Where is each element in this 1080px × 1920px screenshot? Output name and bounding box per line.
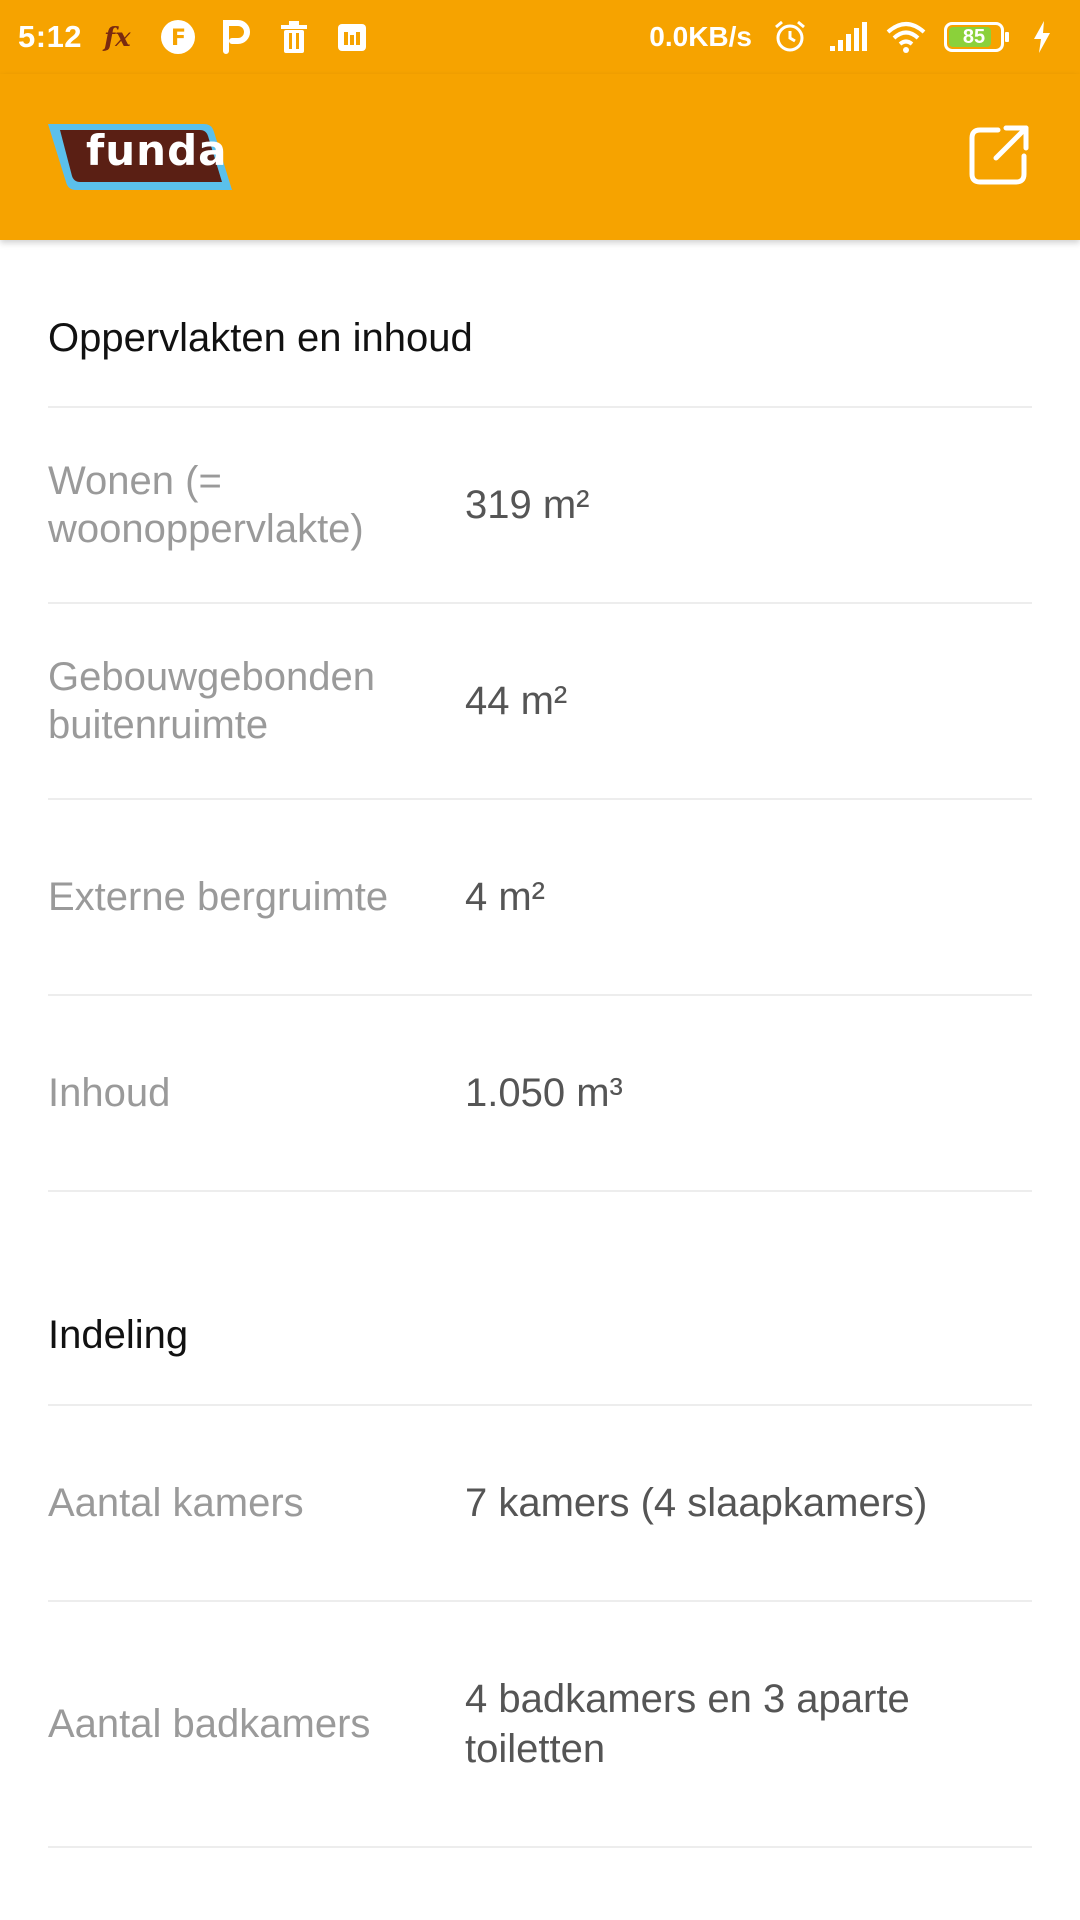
- row-value: 319 m²: [465, 483, 590, 527]
- details-content: Oppervlakten en inhoud Wonen (= woonoppe…: [48, 240, 1032, 1848]
- wifi-icon: [886, 17, 926, 57]
- calendar-icon: [332, 17, 372, 57]
- open-in-new-button[interactable]: [968, 124, 1030, 186]
- open-in-new-icon: [969, 125, 1029, 185]
- p-icon: [216, 17, 256, 57]
- row-value: 7 kamers (4 slaapkamers): [465, 1481, 928, 1525]
- network-speed: 0.0KB/s: [649, 21, 752, 52]
- svg-text:fx: fx: [102, 23, 131, 53]
- row-label: Inhoud: [48, 1071, 171, 1115]
- table-row: Aantal kamers 7 kamers (4 slaapkamers): [48, 1406, 1032, 1602]
- row-value: 4 badkamers en 3 aparte toiletten: [465, 1677, 910, 1771]
- status-bar-left: 5:12 fx F: [18, 17, 372, 57]
- f-circle-icon: F: [158, 17, 198, 57]
- table-row: Inhoud 1.050 m³: [48, 996, 1032, 1192]
- status-time: 5:12: [18, 19, 83, 54]
- row-value: 1.050 m³: [465, 1071, 623, 1115]
- trash-icon: [274, 17, 314, 57]
- table-row: Wonen (= woonoppervlakte) 319 m²: [48, 408, 1032, 604]
- alarm-icon: [770, 17, 810, 57]
- row-label: Wonen (= woonoppervlakte): [48, 459, 364, 551]
- row-label: Externe bergruimte: [48, 875, 389, 919]
- charging-icon: [1022, 17, 1062, 57]
- row-label: Aantal badkamers: [48, 1702, 371, 1746]
- svg-text:F: F: [171, 26, 186, 51]
- table-row: Gebouwgebonden buitenruimte 44 m²: [48, 604, 1032, 800]
- table-row: Aantal badkamers 4 badkamers en 3 aparte…: [48, 1602, 1032, 1848]
- battery-percent: 85: [962, 25, 986, 48]
- section-title-indeling: Indeling: [48, 1192, 1032, 1406]
- row-value: 4 m²: [465, 875, 545, 919]
- status-bar: 5:12 fx F 0.0KB/s 85: [0, 0, 1080, 74]
- section-title-oppervlakten: Oppervlakten en inhoud: [48, 240, 1032, 408]
- app-bar: funda: [0, 74, 1080, 240]
- row-label: Gebouwgebonden buitenruimte: [48, 655, 375, 747]
- status-bar-right: 0.0KB/s 85: [649, 17, 1062, 57]
- fx-icon: fx: [100, 17, 140, 57]
- row-value: 44 m²: [465, 679, 568, 723]
- logo-text: funda: [86, 126, 228, 175]
- battery-icon: 85: [944, 22, 1009, 52]
- row-label: Aantal kamers: [48, 1481, 304, 1525]
- signal-icon: [828, 17, 868, 57]
- table-row: Externe bergruimte 4 m²: [48, 800, 1032, 996]
